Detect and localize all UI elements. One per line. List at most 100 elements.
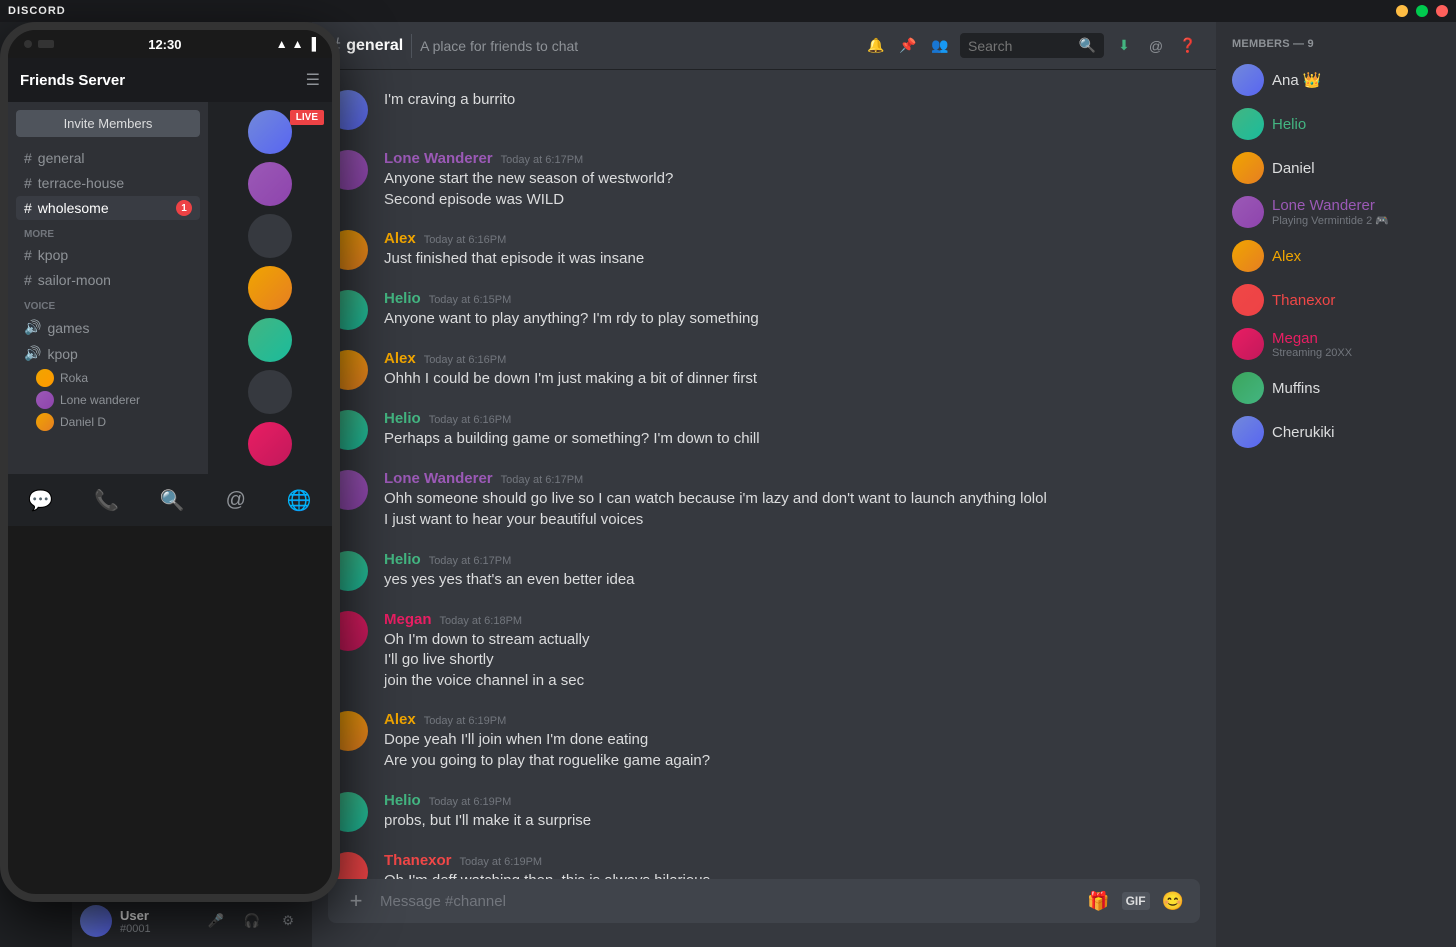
message-content: I'm craving a burrito: [384, 90, 1200, 130]
search-input[interactable]: [968, 38, 1071, 54]
phone-channel-item-wholesome[interactable]: # wholesome 1: [16, 196, 200, 220]
close-button[interactable]: [1436, 5, 1448, 17]
bell-icon[interactable]: 🔔: [864, 34, 888, 58]
download-icon[interactable]: ⬇: [1112, 34, 1136, 58]
avatar: [1232, 372, 1264, 404]
message-author[interactable]: Lone Wanderer: [384, 470, 493, 487]
phone-voice-games[interactable]: 🔊 games: [16, 315, 200, 340]
phone-voice-user-lone[interactable]: Lone wanderer: [16, 389, 200, 411]
nav-mentions-icon[interactable]: @: [226, 489, 246, 512]
mention-icon[interactable]: @: [1144, 34, 1168, 58]
member-item-daniel[interactable]: Daniel: [1224, 146, 1448, 190]
message-header: Helio Today at 6:17PM: [384, 551, 1200, 568]
phone-time: 12:30: [148, 37, 181, 52]
member-item-lone-wanderer[interactable]: Lone Wanderer Playing Vermintide 2 🎮: [1224, 190, 1448, 234]
message-author[interactable]: Alex: [384, 350, 416, 367]
message-item: Helio Today at 6:19PM probs, but I'll ma…: [312, 788, 1216, 836]
member-item-muffins[interactable]: Muffins: [1224, 366, 1448, 410]
message-item: Helio Today at 6:16PM Perhaps a building…: [312, 406, 1216, 454]
member-name: Cherukiki: [1272, 424, 1335, 441]
message-author[interactable]: Lone Wanderer: [384, 150, 493, 167]
hash-icon: #: [24, 150, 32, 166]
member-item-alex[interactable]: Alex: [1224, 234, 1448, 278]
hash-icon: #: [24, 247, 32, 263]
nav-chat-icon[interactable]: 💬: [28, 488, 53, 513]
message-author[interactable]: Thanexor: [384, 852, 452, 869]
member-info: Cherukiki: [1272, 424, 1335, 441]
message-text: Oh I'm deff watching then, this is alway…: [384, 871, 1200, 879]
members-icon[interactable]: 👥: [928, 34, 952, 58]
add-file-button[interactable]: +: [344, 879, 368, 923]
pin-icon[interactable]: 📌: [896, 34, 920, 58]
message-text: Perhaps a building game or something? I'…: [384, 429, 1200, 450]
help-icon[interactable]: ❓: [1176, 34, 1200, 58]
member-status: Streaming 20XX: [1272, 347, 1352, 359]
hamburger-icon[interactable]: ☰: [306, 70, 320, 90]
emoji-icon[interactable]: 😊: [1162, 891, 1184, 912]
phone-channel-item-general[interactable]: # general: [16, 146, 200, 170]
member-name: Alex: [1272, 248, 1301, 265]
message-text: Anyone start the new season of westworld…: [384, 169, 1200, 190]
member-item-ana[interactable]: Ana 👑: [1224, 58, 1448, 102]
message-header: Helio Today at 6:16PM: [384, 410, 1200, 427]
mute-button[interactable]: 🎤: [200, 905, 232, 937]
phone-bottom-nav: 💬 📞 🔍 @ 🌐: [8, 474, 332, 526]
message-author[interactable]: Megan: [384, 611, 432, 628]
member-item-cherukiki[interactable]: Cherukiki: [1224, 410, 1448, 454]
member-item-helio[interactable]: Helio: [1224, 102, 1448, 146]
deafen-button[interactable]: 🎧: [236, 905, 268, 937]
avatar: [1232, 284, 1264, 316]
message-item: Lone Wanderer Today at 6:17PM Ohh someon…: [312, 466, 1216, 534]
phone-channel-name: games: [47, 320, 89, 336]
avatar: [1232, 196, 1264, 228]
nav-calls-icon[interactable]: 📞: [94, 488, 119, 513]
phone-channel-item-sailor[interactable]: # sailor-moon: [16, 268, 200, 292]
message-author[interactable]: Helio: [384, 792, 421, 809]
message-author[interactable]: Alex: [384, 711, 416, 728]
gift-icon[interactable]: 🎁: [1087, 891, 1109, 912]
hash-icon: #: [24, 175, 32, 191]
nav-profile-icon[interactable]: 🌐: [287, 488, 312, 513]
message-input[interactable]: [380, 879, 1075, 923]
phone-content: Invite Members # general # terrace-house…: [8, 102, 332, 474]
message-timestamp: Today at 6:19PM: [424, 715, 507, 727]
header-actions: 🔔 📌 👥 🔍 ⬇ @ ❓: [864, 33, 1200, 58]
message-item: Helio Today at 6:17PM yes yes yes that's…: [312, 547, 1216, 595]
search-bar[interactable]: 🔍: [960, 33, 1104, 58]
phone-voice-kpop[interactable]: 🔊 kpop: [16, 341, 200, 366]
minimize-button[interactable]: [1396, 5, 1408, 17]
phone-voice-user-daniel[interactable]: Daniel D: [16, 411, 200, 433]
message-author[interactable]: Alex: [384, 230, 416, 247]
user-panel: User #0001 🎤 🎧 ⚙: [72, 895, 312, 947]
member-name: Daniel: [1272, 160, 1315, 177]
phone-right-panel: LIVE: [208, 102, 332, 474]
member-item-megan[interactable]: Megan Streaming 20XX: [1224, 322, 1448, 366]
phone-channel-item-terrace[interactable]: # terrace-house: [16, 171, 200, 195]
phone-server-name: Friends Server: [20, 72, 306, 89]
member-info: Megan Streaming 20XX: [1272, 330, 1352, 359]
phone-invite-button[interactable]: Invite Members: [16, 110, 200, 137]
message-content: Megan Today at 6:18PM Oh I'm down to str…: [384, 611, 1200, 692]
member-name: Megan: [1272, 330, 1352, 347]
maximize-button[interactable]: [1416, 5, 1428, 17]
phone-header: Friends Server ☰: [8, 58, 332, 102]
message-item: Alex Today at 6:16PM Just finished that …: [312, 226, 1216, 274]
message-item: Alex Today at 6:16PM Ohhh I could be dow…: [312, 346, 1216, 394]
settings-button[interactable]: ⚙: [272, 905, 304, 937]
message-header: Helio Today at 6:19PM: [384, 792, 1200, 809]
avatar: [1232, 108, 1264, 140]
phone-category-more: MORE: [16, 221, 200, 242]
member-item-thanexor[interactable]: Thanexor: [1224, 278, 1448, 322]
phone-voice-user-roka[interactable]: Roka: [16, 367, 200, 389]
user-avatar: [80, 905, 112, 937]
header-divider: [411, 34, 412, 58]
gif-icon[interactable]: GIF: [1122, 892, 1150, 910]
phone-channel-item-kpop[interactable]: # kpop: [16, 243, 200, 267]
message-author[interactable]: Helio: [384, 290, 421, 307]
message-header: Thanexor Today at 6:19PM: [384, 852, 1200, 869]
message-author[interactable]: Helio: [384, 410, 421, 427]
avatar-circle-placeholder: [248, 214, 292, 258]
message-item: Helio Today at 6:15PM Anyone want to pla…: [312, 286, 1216, 334]
message-author[interactable]: Helio: [384, 551, 421, 568]
nav-search-icon[interactable]: 🔍: [160, 488, 185, 513]
